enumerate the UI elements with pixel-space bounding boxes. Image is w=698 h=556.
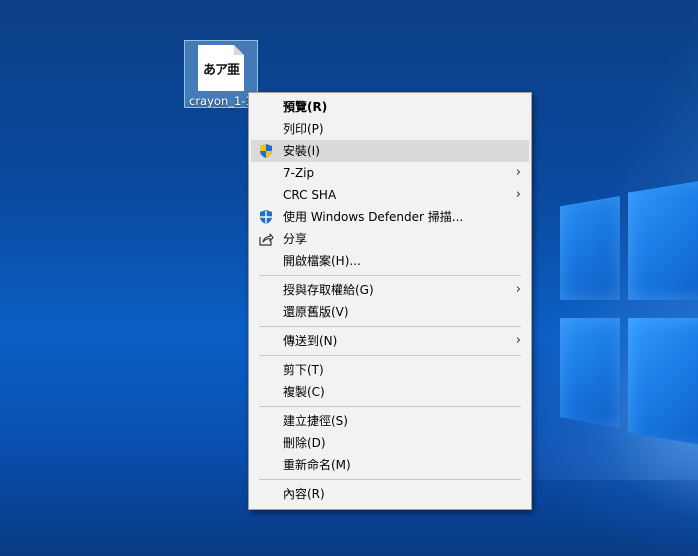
chevron-right-icon: › [515,282,521,297]
menu-item-send-to[interactable]: 傳送到(N) › [249,330,531,352]
menu-item-label: 建立捷徑(S) [283,414,348,428]
menu-item-rename[interactable]: 重新命名(M) [249,454,531,476]
menu-item-label: 開啟檔案(H)... [283,254,361,268]
file-fold-corner [234,45,244,55]
menu-item-properties[interactable]: 內容(R) [249,483,531,505]
desktop-file-label[interactable]: crayon_1-1 [189,94,253,108]
desktop-file-icon-selected[interactable]: あア亜 crayon_1-1 [184,40,258,108]
menu-item-copy[interactable]: 複製(C) [249,381,531,403]
menu-item-label: CRC SHA [283,188,337,202]
menu-item-give-access[interactable]: 授與存取權給(G) › [249,279,531,301]
menu-item-install[interactable]: 安裝(I) [251,140,529,162]
menu-item-print[interactable]: 列印(P) [249,118,531,140]
menu-item-delete[interactable]: 刪除(D) [249,432,531,454]
menu-item-label: 使用 Windows Defender 掃描... [283,210,464,224]
menu-item-7zip[interactable]: 7-Zip › [249,162,531,184]
menu-item-label: 傳送到(N) [283,334,338,348]
menu-item-label: 還原舊版(V) [283,305,349,319]
menu-separator [259,275,521,276]
share-icon [259,233,274,246]
context-menu: 預覽(R) 列印(P) 安裝(I) 7-Zip › CRC SHA › 使用 Win… [248,92,532,510]
windows-logo-pane [628,178,698,300]
menu-item-restore-previous[interactable]: 還原舊版(V) [249,301,531,323]
windows-logo-pane [560,196,620,300]
menu-item-share[interactable]: 分享 [249,228,531,250]
menu-item-label: 複製(C) [283,385,325,399]
menu-item-create-shortcut[interactable]: 建立捷徑(S) [249,410,531,432]
menu-item-defender-scan[interactable]: 使用 Windows Defender 掃描... [249,206,531,228]
menu-item-label: 刪除(D) [283,436,326,450]
windows-logo-pane [560,318,620,428]
font-preview-glyph: あア亜 [202,63,240,78]
menu-item-label: 授與存取權給(G) [283,283,374,297]
menu-item-label: 7-Zip [283,166,315,180]
menu-item-label: 分享 [283,232,308,246]
chevron-right-icon: › [515,187,521,202]
chevron-right-icon: › [515,165,521,180]
menu-item-label: 預覽(R) [283,100,328,114]
menu-item-label: 安裝(I) [283,144,320,158]
menu-separator [259,355,521,356]
menu-item-label: 重新命名(M) [283,458,351,472]
menu-separator [259,479,521,480]
chevron-right-icon: › [515,333,521,348]
windows-defender-icon [260,210,272,224]
menu-separator [259,406,521,407]
uac-shield-icon [260,144,272,158]
menu-item-label: 列印(P) [283,122,324,136]
menu-item-open-file-location[interactable]: 開啟檔案(H)... [249,250,531,272]
menu-item-crc-sha[interactable]: CRC SHA › [249,184,531,206]
menu-item-preview[interactable]: 預覽(R) [249,96,531,118]
desktop-background: あア亜 crayon_1-1 預覽(R) 列印(P) 安裝(I) 7-Zip › … [0,0,698,556]
menu-item-label: 剪下(T) [283,363,324,377]
menu-item-label: 內容(R) [283,487,325,501]
menu-item-cut[interactable]: 剪下(T) [249,359,531,381]
menu-separator [259,326,521,327]
windows-logo-pane [628,318,698,448]
